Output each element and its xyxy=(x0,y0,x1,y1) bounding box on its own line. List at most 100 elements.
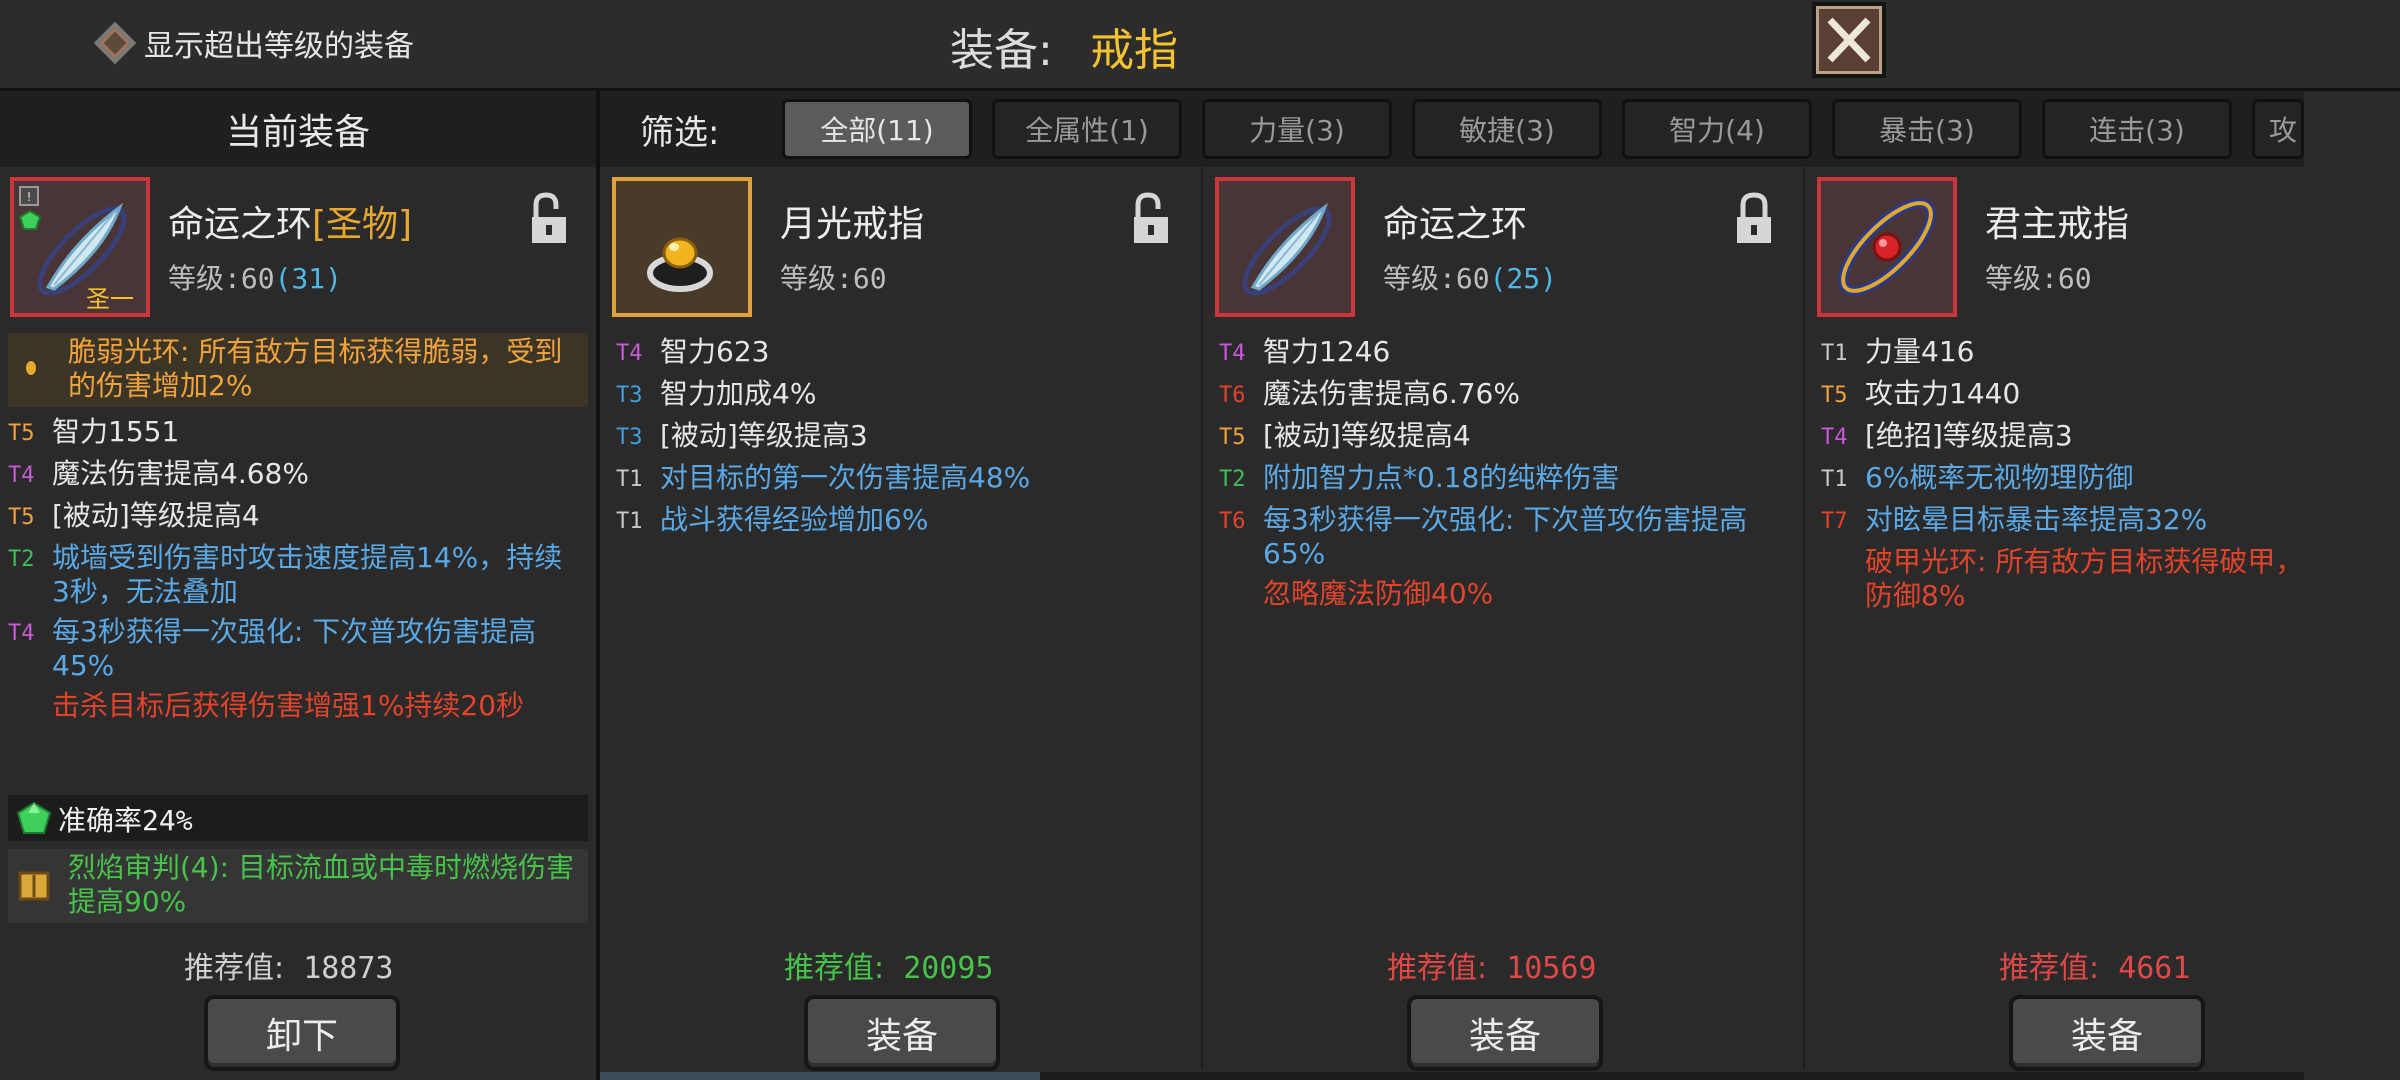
attribute-row: T4 每3秒获得一次强化: 下次普攻伤害提高45% xyxy=(8,615,578,683)
show-over-level-toggle[interactable]: 显示超出等级的装备 xyxy=(93,20,414,66)
close-button[interactable] xyxy=(1812,2,1886,78)
item-icon-frame[interactable] xyxy=(1215,177,1355,317)
attribute-text: 对眩晕目标暴击率提高32% xyxy=(1865,503,2208,536)
filter-tab-attack[interactable]: 攻 xyxy=(2252,99,2304,159)
relic-badge: 圣一 xyxy=(86,285,134,313)
scrollbar-thumb[interactable] xyxy=(600,1072,1040,1080)
item-level-text: 等级:60 xyxy=(168,262,275,295)
attribute-list: T4 智力623 T3 智力加成4% T3 [被动]等级提高3 T1 对目标的第一次伤害提高4… xyxy=(616,335,1186,545)
recommend-score: 推荐值: 20095 xyxy=(784,943,994,987)
equip-slot-name: 戒指 xyxy=(1090,25,1178,76)
tier-label: T4 xyxy=(616,341,643,366)
unequip-button[interactable]: 卸下 xyxy=(204,995,400,1071)
filter-tab-crit[interactable]: 暴击(3) xyxy=(1832,99,2022,159)
attribute-row: T1 6%概率无视物理防御 xyxy=(1821,461,2304,497)
attribute-text: 每3秒获得一次强化: 下次普攻伤害提高45% xyxy=(52,615,537,682)
unlocked-lock-icon[interactable] xyxy=(1130,191,1172,247)
sovereign-ring-icon xyxy=(1838,198,1936,296)
current-item: ! 圣一 命运之环[圣物] 等级:60(31) 脆弱光环: 所有敌方目标获得脆弱… xyxy=(0,167,596,1080)
attribute-text: 智力1246 xyxy=(1263,335,1391,368)
attribute-list: T5 智力1551 T4 魔法伤害提高4.68% T5 [被动]等级提高4 T2 城墙受到伤害… xyxy=(8,415,578,729)
attribute-row: T3 [被动]等级提高3 xyxy=(616,419,1186,455)
aura-text: 脆弱光环: 所有敌方目标获得脆弱，受到的伤害增加2% xyxy=(68,335,563,402)
attribute-text: [绝招]等级提高3 xyxy=(1865,419,2073,452)
item-icon-frame[interactable] xyxy=(1817,177,1957,317)
attribute-text: 6%概率无视物理防御 xyxy=(1865,461,2134,494)
horizontal-scrollbar[interactable] xyxy=(600,1072,2304,1080)
attribute-text: 魔法伤害提高6.76% xyxy=(1263,377,1520,410)
equip-button[interactable]: 装备 xyxy=(2009,995,2205,1071)
unlocked-lock-icon[interactable] xyxy=(528,191,570,247)
moonlight-ring-icon xyxy=(647,237,713,292)
item-card: 命运之环 等级:60(25) T4 智力1246 T6 魔法伤害提高6.76% T5 [被… xyxy=(1203,167,1803,1080)
filter-tab-strength[interactable]: 力量(3) xyxy=(1202,99,1392,159)
attribute-text: 击杀目标后获得伤害增强1%持续20秒 xyxy=(52,689,525,722)
gem-stat: 准确率24% xyxy=(58,804,193,837)
attribute-text: 城墙受到伤害时攻击速度提高14%，持续3秒，无法叠加 xyxy=(52,541,563,608)
attribute-text: 魔法伤害提高4.68% xyxy=(52,457,309,490)
emerald-gem-icon xyxy=(16,801,52,834)
attribute-text: 对目标的第一次伤害提高48% xyxy=(660,461,1031,494)
attribute-row: 击杀目标后获得伤害增强1%持续20秒 xyxy=(8,689,578,723)
attribute-row: T7 对眩晕目标暴击率提高32% xyxy=(1821,503,2304,539)
checkbox-diamond-icon[interactable] xyxy=(93,21,137,65)
attribute-text: 战斗获得经验增加6% xyxy=(660,503,929,536)
attribute-row: T3 智力加成4% xyxy=(616,377,1186,413)
tier-label: T6 xyxy=(1219,383,1246,408)
item-name-text: 命运之环 xyxy=(168,204,313,245)
attribute-row: T4 [绝招]等级提高3 xyxy=(1821,419,2304,455)
tier-label: T4 xyxy=(1821,425,1848,450)
tier-label: T1 xyxy=(616,467,643,492)
attribute-text: 忽略魔法防御40% xyxy=(1263,577,1494,610)
attribute-row: 忽略魔法防御40% xyxy=(1219,577,1789,611)
attribute-row: T4 魔法伤害提高4.68% xyxy=(8,457,578,493)
attribute-text: 智力加成4% xyxy=(660,377,817,410)
equip-button[interactable]: 装备 xyxy=(1407,995,1603,1071)
filter-label: 筛选: xyxy=(640,113,720,153)
equip-button[interactable]: 装备 xyxy=(804,995,1000,1071)
locked-lock-icon[interactable] xyxy=(1733,191,1775,247)
recommend-value: 18873 xyxy=(303,951,394,986)
attribute-list: T1 力量416 T5 攻击力1440 T4 [绝招]等级提高3 T1 6%概率无视物理防御 T… xyxy=(1821,335,2304,619)
attribute-text: [被动]等级提高4 xyxy=(1263,419,1471,452)
attribute-text: 力量416 xyxy=(1865,335,1975,368)
attribute-row: T1 战斗获得经验增加6% xyxy=(616,503,1186,539)
tier-label xyxy=(1821,545,1865,613)
item-level-text: 等级:60 xyxy=(1383,262,1490,295)
item-level: 等级:60 xyxy=(780,262,887,295)
tier-label xyxy=(8,689,52,723)
attribute-text: 每3秒获得一次强化: 下次普攻伤害提高65% xyxy=(1263,503,1748,570)
gem-row: 准确率24% xyxy=(8,795,588,841)
attribute-text: [被动]等级提高4 xyxy=(52,499,260,532)
filter-tab-all-attr[interactable]: 全属性(1) xyxy=(992,99,1182,159)
item-level-extra: (31) xyxy=(274,262,343,295)
recommend-score: 推荐值: 10569 xyxy=(1387,943,1597,987)
attribute-text: [被动]等级提高3 xyxy=(660,419,868,452)
filter-tab-agility[interactable]: 敏捷(3) xyxy=(1412,99,1602,159)
filter-tab-intelligence[interactable]: 智力(4) xyxy=(1622,99,1812,159)
set-bonus-row: 烈焰审判(4): 目标流血或中毒时燃烧伤害提高90% xyxy=(8,849,588,923)
attribute-row: T1 力量416 xyxy=(1821,335,2304,371)
scroll-book-icon xyxy=(18,871,50,901)
recommend-label: 推荐值: xyxy=(1387,951,1488,986)
attribute-row: 破甲光环: 所有敌方目标获得破甲，降低物理防御8% xyxy=(1821,545,2304,613)
attribute-text: 智力1551 xyxy=(52,415,180,448)
top-bar: 显示超出等级的装备 装备: 戒指 xyxy=(0,0,2400,91)
recommend-label: 推荐值: xyxy=(184,951,285,986)
tier-label: T1 xyxy=(1821,341,1848,366)
attribute-text: 破甲光环: 所有敌方目标获得破甲，降低物理防御8% xyxy=(1865,545,2304,612)
aura-icon xyxy=(26,361,36,375)
filter-tab-combo[interactable]: 连击(3) xyxy=(2042,99,2232,159)
item-name: 命运之环 xyxy=(1383,204,1528,245)
tier-label: T5 xyxy=(1821,383,1848,408)
attribute-row: T5 攻击力1440 xyxy=(1821,377,2304,413)
tier-label: T7 xyxy=(1821,509,1848,534)
attribute-row: T6 魔法伤害提高6.76% xyxy=(1219,377,1789,413)
item-icon-frame[interactable]: ! 圣一 xyxy=(10,177,150,317)
filter-tab-all[interactable]: 全部(11) xyxy=(782,99,972,159)
current-equipment-heading: 当前装备 xyxy=(0,91,596,167)
item-rarity-tag: [圣物] xyxy=(312,204,413,245)
item-icon-frame[interactable] xyxy=(612,177,752,317)
attribute-row: T1 对目标的第一次伤害提高48% xyxy=(616,461,1186,497)
feather-ring-icon xyxy=(1242,202,1332,296)
